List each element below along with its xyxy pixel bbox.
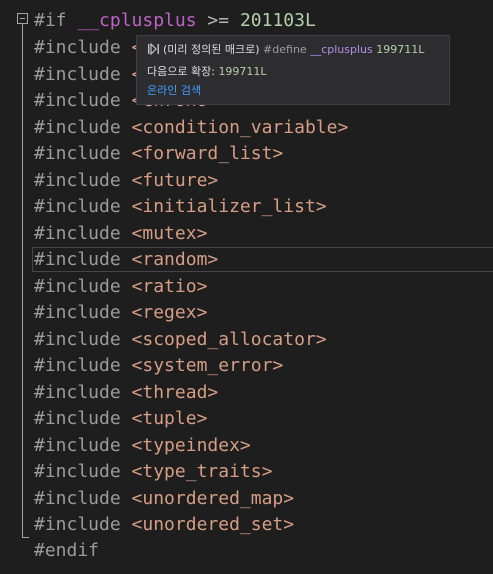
include-keyword: #include <box>34 116 121 138</box>
include-keyword: #include <box>34 169 121 191</box>
tooltip-expand-value: 199711L <box>218 65 267 78</box>
tooltip-search-row: 온라인 검색 <box>147 82 201 100</box>
include-line[interactable]: #include <future> <box>34 168 218 194</box>
include-line[interactable]: #include <condition_variable> <box>34 115 348 141</box>
tooltip-kind-label: (미리 정의된 매크로) <box>163 43 260 56</box>
version-number: 201103L <box>239 10 316 31</box>
header-name[interactable]: <scoped_allocator> <box>132 329 327 350</box>
endif-line[interactable]: #endif <box>34 538 99 564</box>
tooltip-define-keyword: #define <box>263 43 307 56</box>
include-keyword: #include <box>34 355 121 376</box>
include-keyword: #include <box>34 408 121 429</box>
include-line[interactable]: #include <ratio> <box>34 274 207 300</box>
header-name[interactable]: <unordered_set> <box>132 514 295 535</box>
include-keyword: #include <box>34 90 121 111</box>
include-keyword: #include <box>34 37 121 58</box>
if-keyword: #if <box>34 10 67 31</box>
tooltip-definition-row: (미리 정의된 매크로) #define __cplusplus 199711L <box>147 41 424 59</box>
tooltip-macro-name: __cplusplus <box>310 43 373 56</box>
header-name[interactable]: <typeindex> <box>132 435 251 456</box>
include-line[interactable]: #include <random> <box>34 247 218 273</box>
header-name[interactable]: <unordered_map> <box>132 488 295 509</box>
header-name[interactable]: <thread> <box>132 382 219 403</box>
include-keyword: #include <box>34 461 121 482</box>
include-line[interactable]: #include <tuple> <box>34 406 207 432</box>
tooltip-expand-label: 다음으로 확장: <box>147 65 215 78</box>
include-line[interactable]: #include <typeindex> <box>34 433 251 459</box>
include-keyword: #include <box>34 222 121 244</box>
include-keyword: #include <box>34 143 121 164</box>
include-keyword: #include <box>34 381 121 403</box>
if-directive-line[interactable]: #if __cplusplus >= 201103L <box>34 8 316 34</box>
include-line[interactable]: #include <unordered_set> <box>34 512 294 538</box>
header-name[interactable]: <mutex> <box>132 223 208 244</box>
tooltip-macro-value: 199711L <box>376 43 425 56</box>
include-line[interactable]: #include <system_error> <box>34 353 283 379</box>
include-keyword: #include <box>34 434 121 456</box>
include-keyword: #include <box>34 514 121 535</box>
include-keyword: #include <box>34 63 121 85</box>
fold-guide-line <box>22 24 23 538</box>
header-name[interactable]: <initializer_list> <box>132 196 327 217</box>
include-line[interactable]: #include <forward_list> <box>34 141 283 167</box>
include-line[interactable]: #include <unordered_map> <box>34 486 294 512</box>
macro-icon <box>148 43 159 55</box>
code-editor[interactable]: #if __cplusplus >= 201103L #include <arr… <box>0 0 493 574</box>
include-keyword: #include <box>34 196 121 217</box>
include-line[interactable]: #include <regex> <box>34 300 207 326</box>
header-name[interactable]: <random> <box>132 249 219 270</box>
header-name[interactable]: <regex> <box>132 302 208 323</box>
include-line[interactable]: #include <thread> <box>34 380 218 406</box>
header-name[interactable]: <ratio> <box>132 276 208 297</box>
include-keyword: #include <box>34 249 121 270</box>
fold-guide-end <box>22 537 29 538</box>
search-online-link[interactable]: 온라인 검색 <box>147 84 201 97</box>
macro-tooltip: (미리 정의된 매크로) #define __cplusplus 199711L… <box>136 35 450 105</box>
header-name[interactable]: <type_traits> <box>132 461 273 482</box>
include-line[interactable]: #include <type_traits> <box>34 459 272 485</box>
include-keyword: #include <box>34 487 121 509</box>
header-name[interactable]: <system_error> <box>132 355 284 376</box>
header-name[interactable]: <future> <box>132 170 219 191</box>
header-name[interactable]: <tuple> <box>132 408 208 429</box>
collapse-minus-icon[interactable] <box>17 13 28 24</box>
include-keyword: #include <box>34 302 121 323</box>
include-keyword: #include <box>34 275 121 297</box>
include-keyword: #include <box>34 328 121 350</box>
tooltip-expansion-row: 다음으로 확장: 199711L <box>147 63 267 81</box>
operator: >= <box>207 10 230 31</box>
cplusplus-macro[interactable]: __cplusplus <box>77 10 196 31</box>
header-name[interactable]: <forward_list> <box>132 143 284 164</box>
include-line[interactable]: #include <mutex> <box>34 221 207 247</box>
include-line[interactable]: #include <initializer_list> <box>34 194 327 220</box>
include-line[interactable]: #include <scoped_allocator> <box>34 327 327 353</box>
header-name[interactable]: <condition_variable> <box>132 117 349 138</box>
